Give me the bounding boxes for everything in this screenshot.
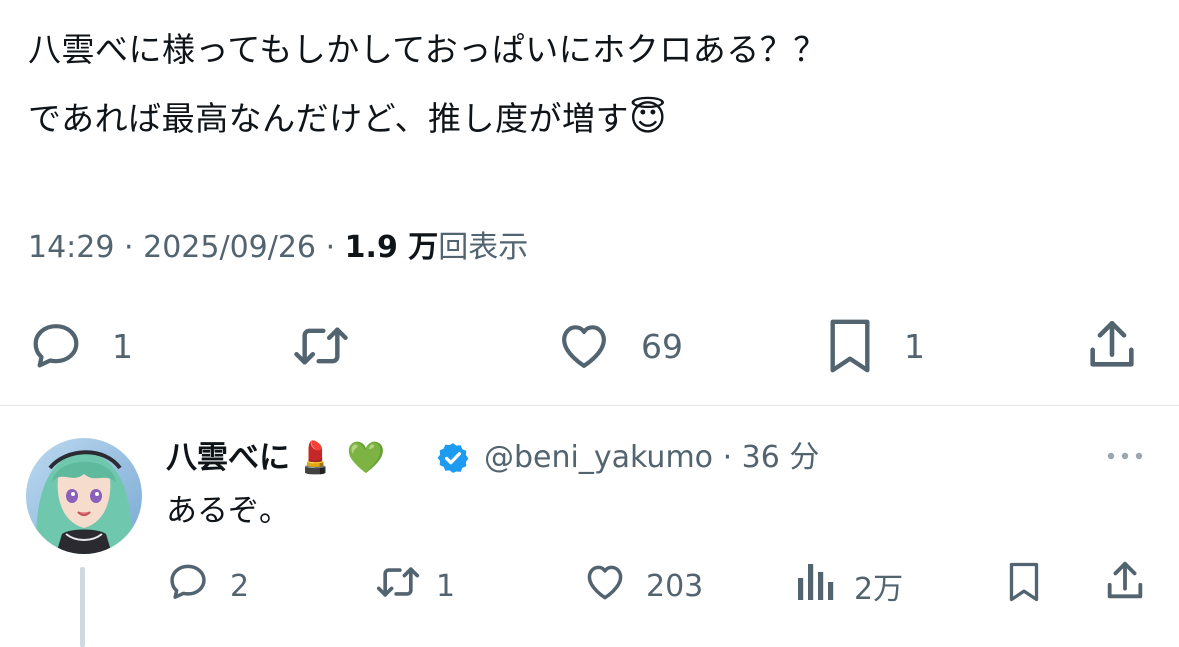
more-icon[interactable] — [1104, 446, 1146, 470]
halo-emoji: 😇 — [629, 98, 668, 139]
reply-reply-button[interactable]: 2 — [166, 560, 249, 612]
reply-icon — [28, 318, 84, 374]
avatar[interactable] — [26, 438, 142, 554]
bookmark-icon — [1004, 558, 1044, 614]
like-button[interactable]: 69 — [555, 318, 683, 374]
reply-icon — [166, 560, 210, 612]
tweet-meta: 14:29 · 2025/09/26 · 1.9 万回表示 — [28, 226, 528, 270]
retweet-icon — [290, 318, 352, 374]
tweet-text-line-2-text: であれば最高なんだけど、推し度が増す — [28, 99, 630, 138]
reply-retweet-count: 1 — [436, 568, 456, 604]
retweet-button[interactable] — [290, 318, 352, 374]
reply-handle-meta: @beni_yakumo · 36 分 — [484, 434, 819, 482]
reply-views-count: 2万 — [854, 572, 904, 607]
share-icon — [1102, 558, 1148, 612]
bookmark-button[interactable]: 1 — [822, 316, 925, 376]
like-count: 69 — [641, 326, 683, 366]
verified-badge-icon — [436, 441, 470, 479]
reply-views-button[interactable]: 2万 — [796, 560, 903, 612]
view-count: 1.9 万 — [344, 230, 439, 265]
bookmark-count: 1 — [904, 326, 925, 366]
share-button[interactable] — [1083, 316, 1141, 374]
tweet-text-line-2: であれば最高なんだけど、推し度が増す😇 — [28, 99, 667, 139]
reply-bookmark-button[interactable] — [1004, 558, 1044, 614]
thread-line — [80, 567, 85, 647]
share-icon — [1083, 316, 1141, 374]
view-label: 回表示 — [438, 230, 529, 265]
like-icon — [582, 560, 628, 612]
reply-button[interactable]: 1 — [28, 318, 133, 374]
display-name[interactable]: 八雲べに 💄 💚 — [166, 434, 385, 482]
meta-separator: · — [325, 230, 336, 265]
like-icon — [555, 318, 613, 374]
reply-time[interactable]: 36 分 — [742, 440, 820, 475]
retweet-icon — [372, 560, 424, 612]
display-name-text: 八雲べに — [166, 440, 290, 476]
reply-text: あるぞ。 — [166, 493, 290, 529]
reply-like-button[interactable]: 203 — [582, 560, 703, 612]
reply-retweet-button[interactable]: 1 — [372, 560, 455, 612]
reply-share-button[interactable] — [1102, 558, 1148, 612]
reply-count: 1 — [112, 326, 133, 366]
user-handle[interactable]: @beni_yakumo — [484, 440, 713, 475]
tweet-date[interactable]: 2025/09/26 — [143, 230, 316, 265]
meta-separator: · — [124, 230, 134, 265]
tweet-text-line-1: 八雲べに様ってもしかしておっぱいにホクロある？？ — [28, 30, 827, 69]
reply-like-count: 203 — [646, 568, 704, 604]
tweet-time[interactable]: 14:29 — [28, 230, 114, 265]
lipstick-emoji: 💄 — [296, 440, 335, 476]
reply-reply-count: 2 — [230, 568, 250, 604]
divider — [0, 405, 1179, 406]
meta-separator: · — [722, 440, 733, 475]
bookmark-icon — [822, 316, 878, 376]
views-icon — [796, 560, 836, 612]
green-heart-emoji: 💚 — [346, 440, 386, 476]
